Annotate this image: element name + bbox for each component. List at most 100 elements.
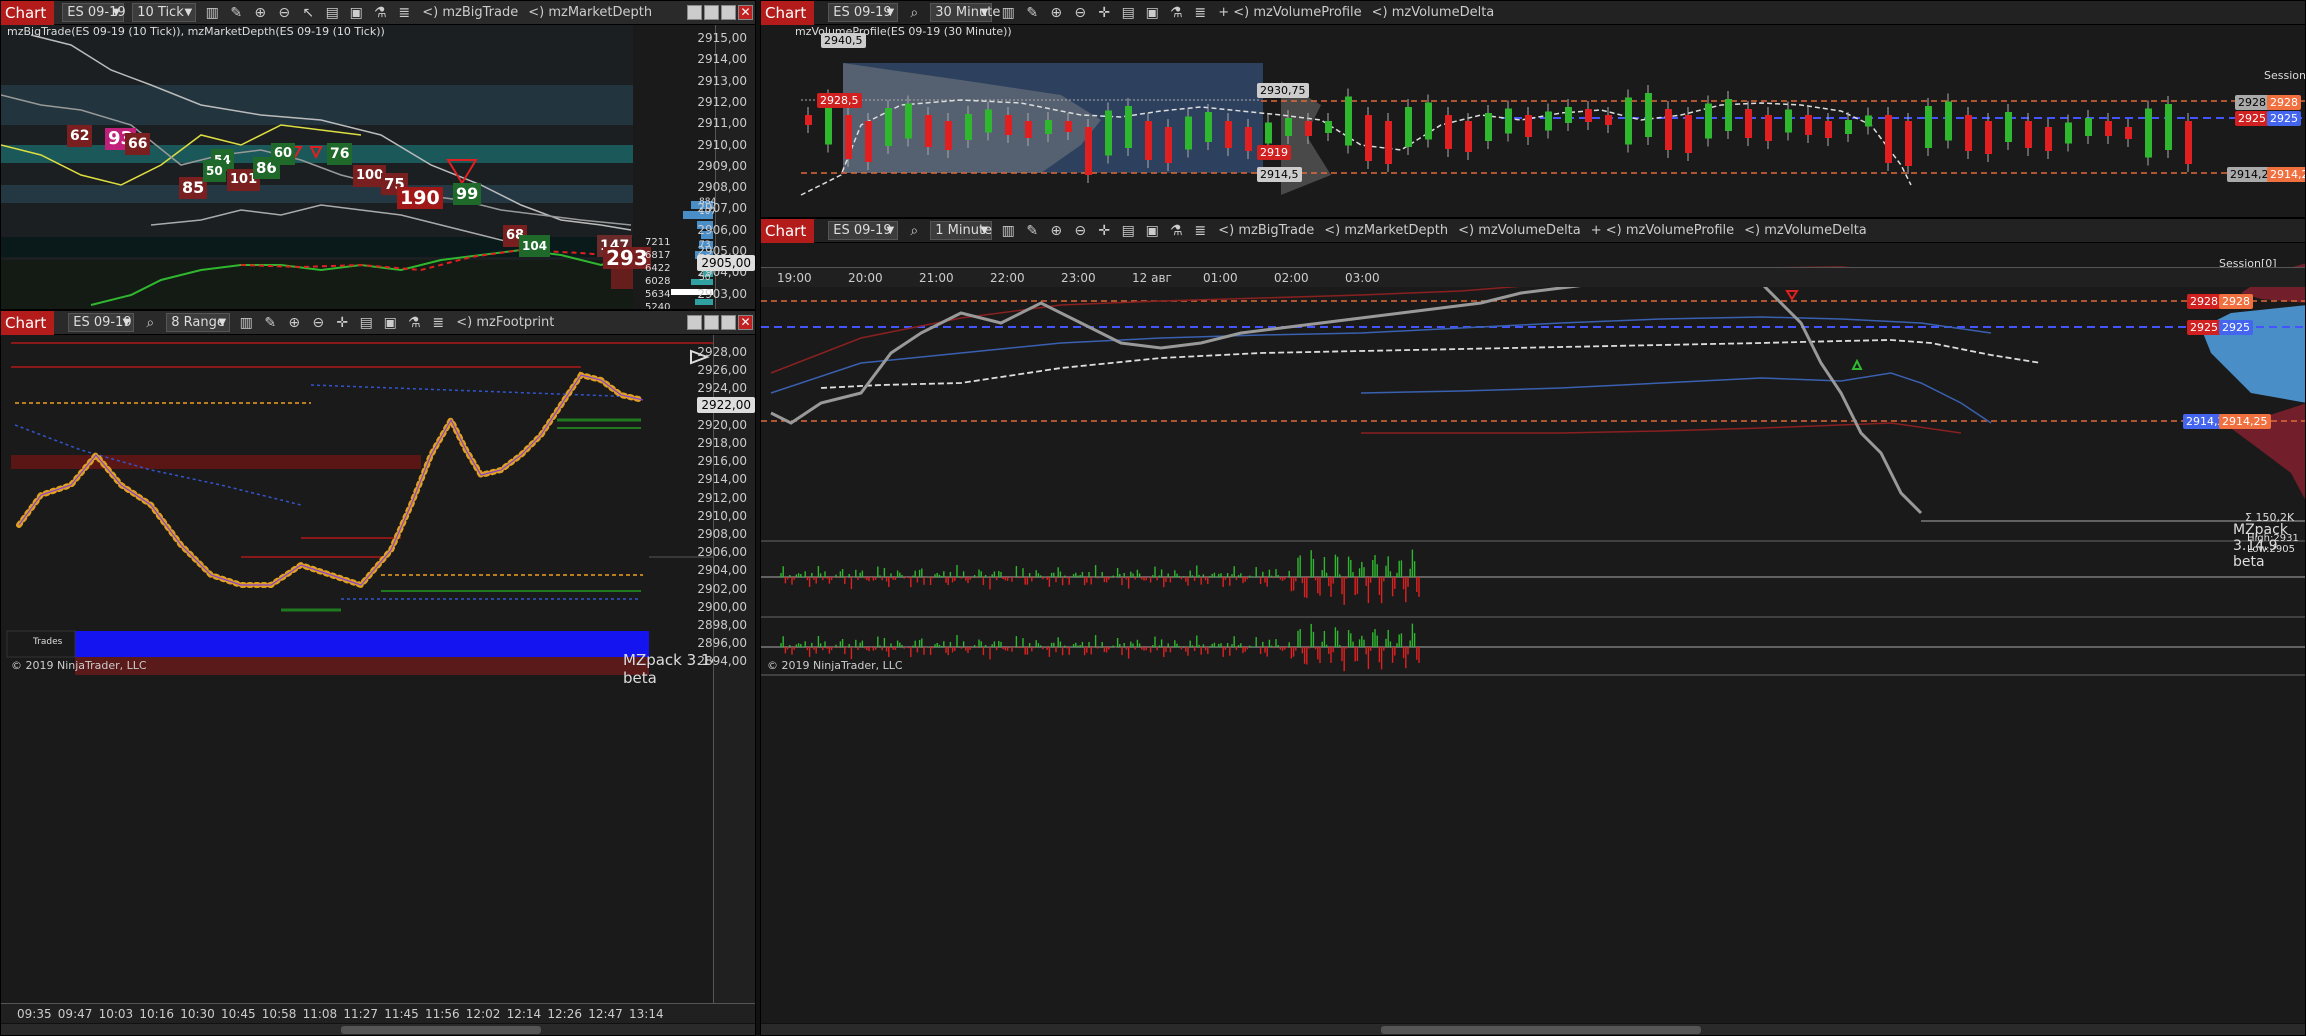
zoom-in-icon[interactable]: ⊕ <box>1048 5 1064 21</box>
indicator-tab[interactable]: <) mzMarketDepth <box>1324 223 1448 238</box>
bars-icon[interactable]: ▥ <box>238 315 254 331</box>
chart-plot-area[interactable]: Trades © 2019 NinjaTrader, LLC MZpack 3.… <box>1 335 755 1035</box>
indicator-tab[interactable]: <) mzVolumeDelta <box>1744 223 1867 238</box>
scrollbar-thumb[interactable] <box>1381 1026 1701 1034</box>
indicators-icon[interactable]: ≣ <box>1192 5 1208 21</box>
indicators-icon[interactable]: ≣ <box>1192 223 1208 239</box>
candle <box>1185 116 1192 150</box>
pencil-icon[interactable]: ✎ <box>1024 5 1040 21</box>
interval-selector[interactable]: 30 Minute ▼ <box>930 3 1000 22</box>
indicator-tab[interactable]: <) mzVolumeDelta <box>1458 223 1581 238</box>
properties-icon[interactable]: ▤ <box>358 315 374 331</box>
indicator-tab[interactable]: <) mzVolumeDelta <box>1372 5 1495 20</box>
minimize-icon[interactable] <box>704 315 719 330</box>
horizontal-scrollbar[interactable] <box>1 1023 755 1035</box>
chart-menu-button[interactable]: Chart <box>761 219 815 243</box>
time-axis-tick: 10:58 <box>261 1007 297 1021</box>
maximize-icon[interactable] <box>721 5 736 20</box>
strategy-icon[interactable]: ⚗ <box>1168 5 1184 21</box>
properties-icon[interactable]: ▤ <box>324 5 340 21</box>
price-axis[interactable]: 2928,00 2926,00 2924,002922,00 2920,00 2918,… <box>697 335 755 1003</box>
tile-icon[interactable] <box>687 315 702 330</box>
indicator-tab[interactable]: + <) mzVolumeProfile <box>1591 223 1734 238</box>
instrument-selector[interactable]: ES 09-19 ▼ <box>62 3 126 22</box>
indicator-label: mzVolumeDelta <box>1478 223 1581 238</box>
bars-icon[interactable]: ▥ <box>1000 5 1016 21</box>
screenshot-icon[interactable]: ▣ <box>348 5 364 21</box>
time-axis[interactable]: 19:00 20:00 21:00 22:00 23:00 12 авг 01:00 02:0… <box>761 267 2305 287</box>
pencil-icon[interactable]: ✎ <box>1024 223 1040 239</box>
interval-selector[interactable]: 1 Minute ▼ <box>930 221 993 240</box>
indicators-icon[interactable]: ≣ <box>430 315 446 331</box>
chart-plot-area[interactable]: mzVolumeProfile(ES 09-19 (30 Minute)) Se… <box>761 25 2305 217</box>
time-axis-tick: 13:14 <box>629 1007 664 1021</box>
bars-icon[interactable]: ▥ <box>204 5 220 21</box>
pencil-icon[interactable]: ✎ <box>228 5 244 21</box>
search-icon[interactable]: ⌕ <box>906 223 922 239</box>
zoom-out-icon[interactable]: ⊖ <box>310 315 326 331</box>
chart-plot-area[interactable]: Session[0] 2928 2928 2925 2925 2914,25 2… <box>761 243 2305 1035</box>
indicators-icon[interactable]: ≣ <box>396 5 412 21</box>
screenshot-icon[interactable]: ▣ <box>382 315 398 331</box>
zoom-out-icon[interactable]: ⊖ <box>1072 223 1088 239</box>
price-tag: 2928,5 <box>817 93 862 108</box>
big-trade-marker: 190 <box>397 187 443 209</box>
zoom-in-icon[interactable]: ⊕ <box>1048 223 1064 239</box>
zoom-out-icon[interactable]: ⊖ <box>1072 5 1088 21</box>
screenshot-icon[interactable]: ▣ <box>1144 223 1160 239</box>
time-axis-tick: 19:00 <box>777 271 812 285</box>
close-icon[interactable]: ✕ <box>738 5 753 20</box>
indicator-tab[interactable]: <) mzBigTrade <box>1218 223 1314 238</box>
scrollbar-thumb[interactable] <box>341 1026 541 1034</box>
search-icon[interactable]: ⌕ <box>142 315 158 331</box>
indicator-tab[interactable]: + <) mzVolumeProfile <box>1218 5 1361 20</box>
interval-selector[interactable]: 8 Range ▼ <box>166 313 231 332</box>
chart-menu-button[interactable]: Chart <box>1 1 55 25</box>
horizontal-scrollbar[interactable] <box>761 1023 2305 1035</box>
crosshair-icon[interactable]: ✛ <box>1096 223 1112 239</box>
close-icon[interactable]: ✕ <box>738 315 753 330</box>
instrument-selector[interactable]: ES 09-19 ▼ <box>828 3 899 22</box>
indicator-tab[interactable]: <) mzBigTrade <box>422 5 518 20</box>
properties-icon[interactable]: ▤ <box>1120 5 1136 21</box>
bars-icon[interactable]: ▥ <box>1000 223 1016 239</box>
crosshair-icon[interactable]: ✛ <box>334 315 350 331</box>
price-tag: 2919 <box>1257 145 1291 160</box>
chart-menu-button[interactable]: Chart <box>1 311 55 335</box>
interval-selector[interactable]: 10 Tick ▼ <box>132 3 197 22</box>
maximize-icon[interactable] <box>721 315 736 330</box>
chart-plot-area[interactable]: mzBigTrade(ES 09-19 (10 Tick)), mzMarket… <box>1 25 755 309</box>
depth-volume-label: 6422 <box>645 263 671 274</box>
chart-menu-button[interactable]: Chart <box>761 1 815 25</box>
price-axis-tick: 2909,00 <box>697 158 747 173</box>
pointer-icon[interactable]: ↖ <box>300 5 316 21</box>
candle <box>1165 127 1172 163</box>
instrument-selector[interactable]: ES 09-19 ▼ <box>68 313 135 332</box>
search-icon[interactable]: ⌕ <box>906 5 922 21</box>
candle <box>1905 121 1912 166</box>
screenshot-icon[interactable]: ▣ <box>1144 5 1160 21</box>
time-axis-tick: 11:08 <box>302 1007 338 1021</box>
tile-icon[interactable] <box>687 5 702 20</box>
price-axis-tick: 2908,00 <box>697 527 747 541</box>
time-axis[interactable]: 09:35 09:47 10:03 10:16 10:30 10:45 10:58 11:08… <box>1 1003 755 1023</box>
zoom-out-icon[interactable]: ⊖ <box>276 5 292 21</box>
instrument-selector[interactable]: ES 09-19 ▼ <box>828 221 899 240</box>
strategy-icon[interactable]: ⚗ <box>1168 223 1184 239</box>
one-minute-chart-svg <box>761 263 2305 676</box>
crosshair-icon[interactable]: ✛ <box>1096 5 1112 21</box>
properties-icon[interactable]: ▤ <box>1120 223 1136 239</box>
minimize-icon[interactable] <box>704 5 719 20</box>
candle <box>1325 121 1332 133</box>
candle <box>1865 115 1872 127</box>
indicator-tab[interactable]: <) mzFootprint <box>456 315 554 330</box>
zoom-in-icon[interactable]: ⊕ <box>252 5 268 21</box>
strategy-icon[interactable]: ⚗ <box>372 5 388 21</box>
indicator-tab[interactable]: <) mzMarketDepth <box>528 5 652 20</box>
big-trade-marker: 104 <box>519 235 551 257</box>
strategy-icon[interactable]: ⚗ <box>406 315 422 331</box>
chart-title: mzBigTrade(ES 09-19 (10 Tick)), mzMarket… <box>7 25 385 38</box>
pencil-icon[interactable]: ✎ <box>262 315 278 331</box>
candle <box>1365 115 1372 161</box>
zoom-in-icon[interactable]: ⊕ <box>286 315 302 331</box>
